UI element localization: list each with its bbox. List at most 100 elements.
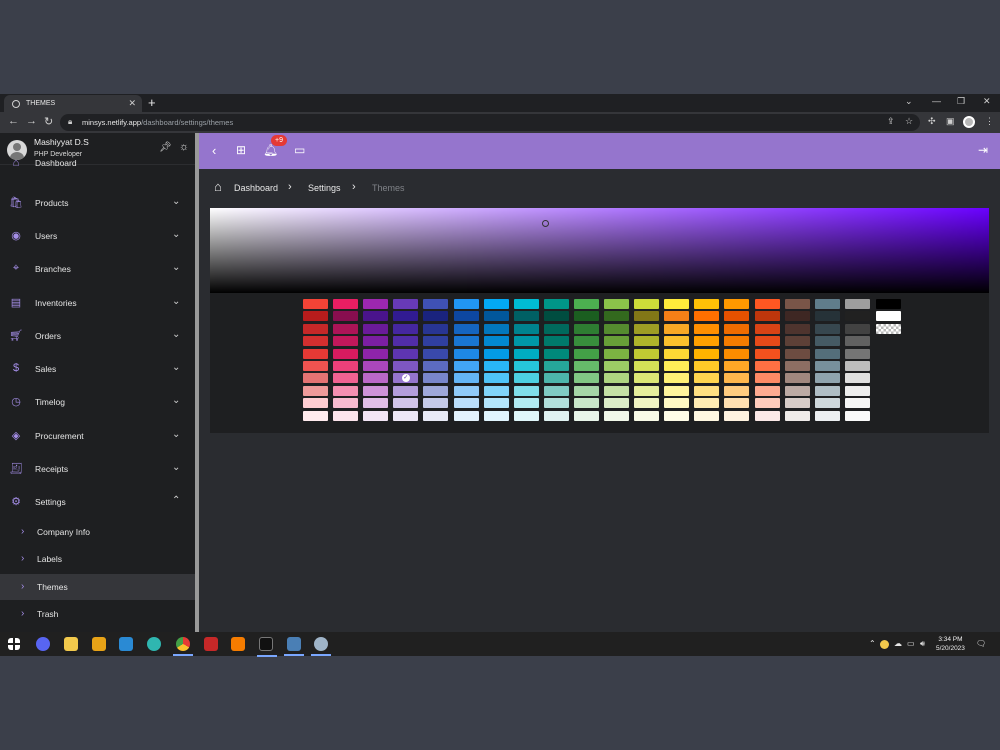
home-icon[interactable]: ⌂ (214, 179, 222, 194)
color-swatch[interactable] (543, 348, 569, 359)
color-swatch[interactable] (604, 336, 629, 347)
color-swatch[interactable] (724, 373, 750, 384)
color-swatch[interactable] (724, 348, 750, 359)
paint-icon[interactable] (311, 637, 331, 656)
color-swatch[interactable] (784, 373, 810, 384)
color-swatch[interactable] (483, 323, 509, 334)
color-swatch[interactable] (423, 299, 449, 309)
color-swatch[interactable] (844, 373, 870, 384)
xampp-icon[interactable] (231, 637, 245, 651)
color-swatch[interactable] (363, 311, 389, 322)
color-swatch[interactable] (634, 385, 660, 396)
color-swatch[interactable] (814, 385, 840, 396)
sidebar-sub-trash[interactable]: › Trash (0, 601, 195, 627)
extensions-icon[interactable]: ✣ (928, 116, 936, 127)
color-swatch[interactable] (333, 361, 359, 371)
color-swatch[interactable] (754, 299, 780, 309)
color-swatch[interactable] (784, 323, 810, 334)
color-swatch[interactable] (453, 385, 479, 396)
forward-icon[interactable]: → (26, 115, 37, 127)
color-swatch[interactable] (573, 311, 599, 322)
color-swatch[interactable] (333, 336, 359, 347)
color-swatch[interactable] (423, 385, 449, 396)
color-swatch[interactable] (875, 323, 901, 334)
cloud-icon[interactable]: ☁ (894, 639, 902, 648)
color-swatch[interactable] (664, 323, 690, 334)
color-swatch[interactable] (453, 311, 479, 322)
color-swatch[interactable] (844, 398, 870, 409)
color-swatch[interactable] (573, 348, 599, 359)
sidebar-item-dashboard[interactable]: ⌂ Dashboard (0, 157, 195, 173)
color-swatch[interactable] (694, 398, 720, 409)
color-swatch[interactable] (784, 299, 810, 309)
minimize-button[interactable]: — (932, 96, 941, 106)
color-swatch[interactable] (634, 323, 660, 334)
color-swatch[interactable] (754, 410, 780, 421)
color-swatch[interactable] (363, 373, 389, 384)
color-swatch[interactable] (814, 299, 840, 309)
color-swatch[interactable] (754, 336, 780, 347)
sidebar-item-sales[interactable]: $ Sales ⌄ (0, 356, 195, 382)
color-swatch[interactable] (483, 385, 509, 396)
color-swatch[interactable] (634, 348, 660, 359)
color-swatch[interactable] (453, 398, 479, 409)
calculator-icon[interactable] (284, 637, 304, 656)
color-swatch[interactable] (513, 361, 539, 371)
color-swatch[interactable] (453, 348, 479, 359)
color-swatch[interactable] (423, 373, 449, 384)
color-swatch[interactable] (573, 323, 599, 334)
color-swatch[interactable] (844, 385, 870, 396)
vscode-icon[interactable] (119, 637, 133, 651)
color-swatch[interactable] (694, 385, 720, 396)
sidebar-item-users[interactable]: ◉ Users ⌄ (0, 223, 195, 249)
color-swatch[interactable] (483, 361, 509, 371)
color-swatch[interactable] (543, 373, 569, 384)
color-swatch[interactable] (363, 348, 389, 359)
color-swatch[interactable] (573, 299, 599, 309)
sidebar-item-inventories[interactable]: ▤ Inventories ⌄ (0, 290, 195, 316)
color-swatch[interactable] (664, 373, 690, 384)
color-swatch[interactable] (784, 311, 810, 322)
color-swatch[interactable] (844, 336, 870, 347)
color-swatch[interactable] (513, 311, 539, 322)
back-icon[interactable]: ← (8, 115, 19, 127)
saturation-value-area[interactable] (210, 208, 989, 293)
color-swatch[interactable] (664, 348, 690, 359)
terminal-icon[interactable] (257, 637, 277, 657)
bookmark-star-icon[interactable]: ☆ (905, 116, 913, 127)
color-swatch[interactable] (393, 299, 419, 309)
color-swatch[interactable] (453, 373, 479, 384)
color-swatch[interactable] (393, 348, 419, 359)
color-swatch[interactable] (844, 299, 870, 309)
color-swatch[interactable] (543, 398, 569, 409)
color-swatch[interactable] (784, 385, 810, 396)
color-swatch[interactable] (393, 311, 419, 322)
color-swatch[interactable] (844, 348, 870, 359)
color-swatch[interactable] (483, 410, 509, 421)
color-swatch[interactable] (303, 348, 328, 359)
color-swatch[interactable] (513, 410, 539, 421)
color-swatch[interactable] (664, 361, 690, 371)
share-icon[interactable]: ⇪ (887, 116, 895, 127)
color-swatch[interactable] (694, 299, 720, 309)
windows-start-icon[interactable] (8, 638, 20, 650)
color-swatch[interactable] (784, 348, 810, 359)
color-swatch[interactable] (604, 373, 629, 384)
logout-icon[interactable]: ⇥ (978, 143, 988, 157)
sidebar-item-products[interactable]: 🛍︎ Products ⌄ (0, 190, 195, 216)
color-swatch[interactable] (724, 361, 750, 371)
color-swatch[interactable] (453, 361, 479, 371)
color-swatch[interactable] (634, 398, 660, 409)
color-swatch[interactable] (724, 385, 750, 396)
color-swatch[interactable] (724, 323, 750, 334)
color-swatch[interactable] (303, 311, 328, 322)
discord-icon[interactable] (36, 637, 50, 651)
color-swatch[interactable] (634, 410, 660, 421)
color-swatch[interactable] (784, 398, 810, 409)
color-swatch[interactable] (303, 299, 328, 309)
color-swatch[interactable] (483, 348, 509, 359)
color-swatch[interactable] (423, 323, 449, 334)
color-swatch[interactable] (664, 398, 690, 409)
color-swatch[interactable] (483, 311, 509, 322)
chevron-up-icon[interactable]: ⌃ (869, 639, 876, 648)
